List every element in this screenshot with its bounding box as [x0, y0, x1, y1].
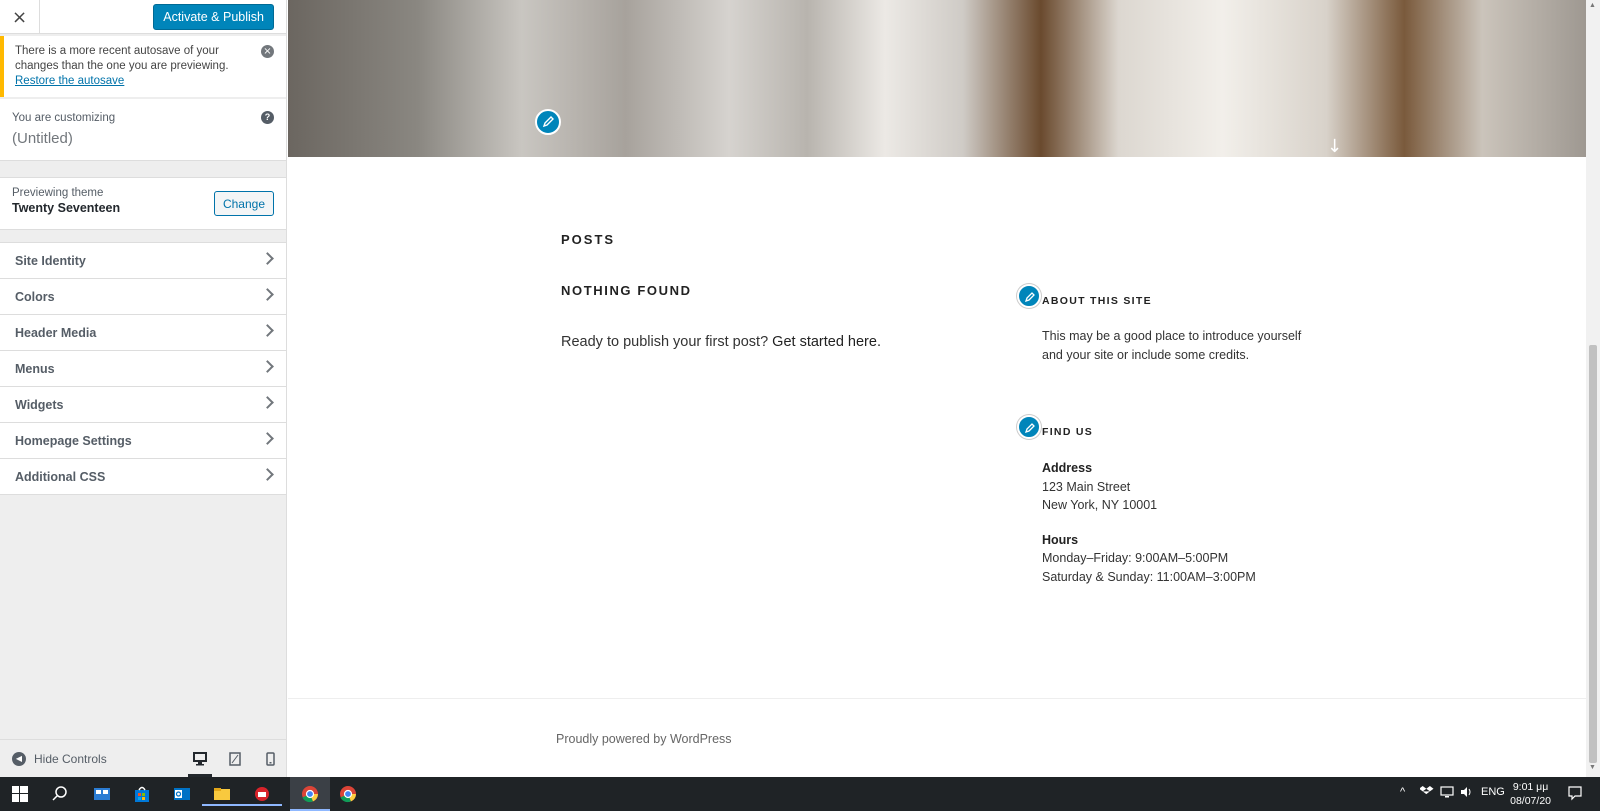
section-label: Additional CSS	[15, 469, 106, 484]
chrome-icon[interactable]	[290, 777, 330, 811]
network-icon[interactable]	[1440, 786, 1454, 801]
customizer-sidebar: × Activate & Publish There is a more rec…	[0, 0, 287, 777]
header-edit-pencil-icon[interactable]	[535, 109, 561, 135]
find-us-widget-body: Address 123 Main Street New York, NY 100…	[1042, 459, 1256, 586]
outlook-icon[interactable]	[170, 782, 194, 806]
search-icon[interactable]	[48, 782, 72, 806]
customizing-label: You are customizing	[12, 112, 116, 124]
active-indicator	[242, 804, 282, 806]
section-header-media[interactable]: Header Media	[0, 315, 286, 351]
header-image: ↓	[288, 0, 1586, 157]
desktop-icon[interactable]	[193, 752, 207, 766]
address-line: New York, NY 10001	[1042, 498, 1158, 512]
restore-autosave-link[interactable]: Restore the autosave	[15, 75, 124, 87]
powered-by-link[interactable]: Proudly powered by WordPress	[556, 732, 732, 746]
hours-line: Saturday & Sunday: 11:00AM–3:00PM	[1042, 569, 1256, 584]
chevron-right-icon	[261, 360, 274, 373]
change-theme-button[interactable]: Change	[213, 191, 274, 216]
mobile-icon[interactable]	[263, 752, 277, 766]
get-started-link[interactable]: Get started here.	[772, 334, 881, 350]
arrow-down-icon[interactable]: ↓	[1327, 136, 1342, 157]
active-indicator	[202, 804, 242, 806]
dismiss-icon[interactable]: ×	[261, 45, 274, 58]
action-center-icon[interactable]	[1567, 785, 1583, 804]
section-label: Colors	[15, 289, 55, 304]
tablet-icon[interactable]	[228, 752, 242, 766]
autosave-notice: There is a more recent autosave of your …	[0, 36, 286, 97]
about-widget-title: ABOUT THIS SITE	[1042, 295, 1152, 307]
scroll-up-arrow-icon[interactable]: ▲	[1589, 2, 1596, 9]
about-widget-text: This may be a good place to introduce yo…	[1042, 329, 1302, 362]
app-icon[interactable]	[242, 782, 282, 806]
hours-line: Monday–Friday: 9:00AM–5:00PM	[1042, 551, 1229, 565]
time: 9:01 μμ	[1512, 781, 1549, 793]
section-menus[interactable]: Menus	[0, 351, 286, 387]
volume-icon[interactable]	[1460, 786, 1474, 801]
find-us-edit-pencil-icon[interactable]	[1017, 415, 1041, 439]
scroll-down-arrow-icon[interactable]: ▼	[1589, 764, 1596, 771]
preview-scrollbar[interactable]: ▲ ▼	[1586, 0, 1600, 777]
chevron-right-icon	[261, 324, 274, 337]
sidebar-header: × Activate & Publish	[0, 0, 286, 34]
hide-controls-button[interactable]: Hide Controls	[34, 752, 107, 766]
site-title: (Untitled)	[12, 130, 73, 147]
activate-publish-button[interactable]: Activate & Publish	[153, 4, 274, 30]
section-label: Widgets	[15, 397, 64, 412]
windows-start-icon[interactable]	[8, 782, 32, 806]
task-view-icon[interactable]	[90, 782, 114, 806]
posts-heading: POSTS	[561, 232, 616, 247]
clock[interactable]: 9:01 μμ 08/07/20	[1510, 780, 1551, 808]
dropbox-icon[interactable]	[1419, 786, 1434, 801]
ready-text: Ready to publish your first post?	[561, 334, 769, 350]
date: 08/07/20	[1510, 795, 1551, 807]
section-label: Header Media	[15, 325, 97, 340]
chevron-right-icon	[261, 288, 274, 301]
section-label: Menus	[15, 361, 55, 376]
footer-divider	[288, 698, 1586, 699]
section-homepage-settings[interactable]: Homepage Settings	[0, 423, 286, 459]
section-label: Site Identity	[15, 253, 86, 268]
section-additional-css[interactable]: Additional CSS	[0, 459, 286, 495]
hide-controls-icon[interactable]: ◀	[12, 751, 26, 766]
close-button[interactable]: ×	[0, 0, 40, 34]
section-widgets[interactable]: Widgets	[0, 387, 286, 423]
nothing-found-heading: NOTHING FOUND	[561, 283, 692, 298]
help-icon[interactable]: ?	[261, 111, 274, 124]
customizing-info: You are customizing (Untitled) ?	[0, 99, 286, 161]
close-icon: ×	[11, 6, 28, 28]
section-label: Homepage Settings	[15, 433, 132, 448]
ready-to-publish-text: Ready to publish your first post? Get st…	[561, 334, 881, 350]
chevron-right-icon	[261, 432, 274, 445]
chevron-right-icon	[261, 252, 274, 265]
autosave-message: There is a more recent autosave of your …	[15, 45, 229, 72]
windows-taskbar: ^ ENG 9:01 μμ 08/07/20	[0, 777, 1600, 811]
chevron-up-icon[interactable]: ^	[1400, 786, 1405, 798]
chrome-icon[interactable]	[336, 782, 360, 806]
find-us-widget-title: FIND US	[1042, 426, 1094, 438]
scroll-thumb[interactable]	[1589, 345, 1597, 763]
address-line: 123 Main Street	[1042, 479, 1131, 494]
file-explorer-icon[interactable]	[202, 782, 242, 806]
theme-info: Previewing theme Twenty Seventeen Change	[0, 177, 286, 230]
chevron-right-icon	[261, 396, 274, 409]
site-preview: ↓ POSTS NOTHING FOUND Ready to publish y…	[288, 0, 1586, 777]
store-icon[interactable]	[130, 782, 154, 806]
about-edit-pencil-icon[interactable]	[1017, 284, 1041, 308]
language-indicator[interactable]: ENG	[1481, 786, 1505, 798]
hours-label: Hours	[1042, 532, 1079, 547]
address-label: Address	[1042, 461, 1093, 475]
section-colors[interactable]: Colors	[0, 279, 286, 315]
chevron-right-icon	[261, 468, 274, 481]
sidebar-footer: ◀ Hide Controls	[0, 739, 286, 777]
customizer-sections: Site Identity Colors Header Media Menus …	[0, 242, 286, 495]
section-site-identity[interactable]: Site Identity	[0, 243, 286, 279]
